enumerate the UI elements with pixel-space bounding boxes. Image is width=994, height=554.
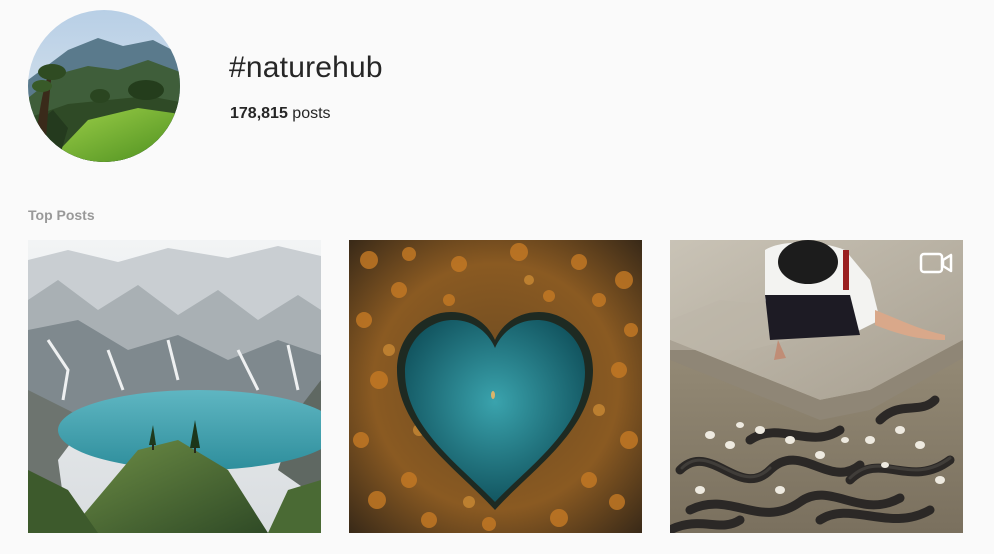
page-title: #naturehub: [229, 51, 383, 84]
top-post-2[interactable]: [349, 240, 642, 533]
top-posts-heading: Top Posts: [28, 207, 95, 223]
video-camera-icon: [919, 252, 953, 274]
post-image-mountain-lake: [28, 240, 321, 533]
post-count: 178,815 posts: [230, 104, 331, 124]
avatar-landscape-image: [28, 10, 180, 162]
post-image-eels-pond: [670, 240, 963, 533]
top-post-3[interactable]: [670, 240, 963, 533]
post-image-heart-lake: [349, 240, 642, 533]
hashtag-avatar: [28, 10, 180, 162]
top-post-1[interactable]: [28, 240, 321, 533]
hashtag-page: #naturehub 178,815 posts Top Posts: [0, 0, 994, 554]
post-count-label: posts: [292, 105, 331, 122]
post-count-number: 178,815: [230, 105, 288, 122]
